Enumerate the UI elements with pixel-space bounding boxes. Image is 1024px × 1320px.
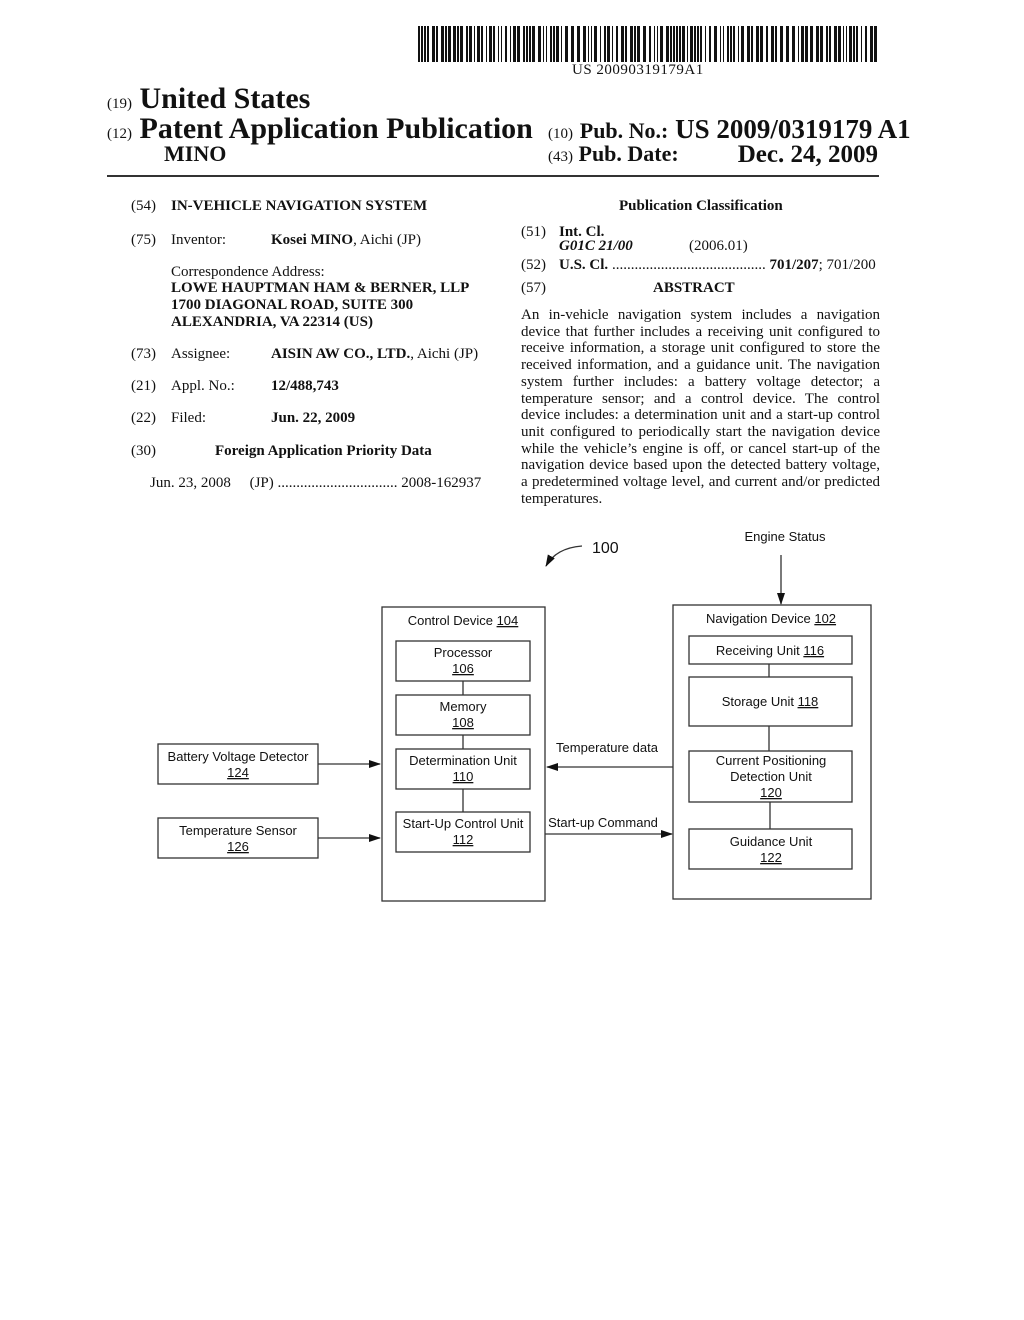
determination-label: Determination Unit — [409, 753, 517, 768]
battery-label: Battery Voltage Detector — [168, 749, 310, 764]
storage-unit-label: Storage Unit 118 — [722, 694, 819, 709]
startup-control-label: Start-Up Control Unit — [403, 816, 524, 831]
positioning-label-2: Detection Unit — [730, 769, 812, 784]
system-diagram: 100 Engine Status Temperature data Start… — [157, 529, 872, 902]
navigation-device-label: Navigation Device 102 — [706, 611, 836, 626]
memory-ref: 108 — [452, 715, 474, 730]
receiving-unit-label: Receiving Unit 116 — [716, 643, 824, 658]
figure-ref-arrow — [545, 545, 583, 567]
temperature-data-label: Temperature data — [556, 740, 659, 755]
temperature-sensor-ref: 126 — [227, 839, 249, 854]
positioning-ref: 120 — [760, 785, 782, 800]
battery-ref: 124 — [227, 765, 249, 780]
engine-status-label: Engine Status — [745, 529, 826, 544]
startup-command-label: Start-up Command — [548, 815, 658, 830]
determination-ref: 110 — [453, 769, 474, 784]
positioning-label-1: Current Positioning — [716, 753, 827, 768]
temperature-sensor-label: Temperature Sensor — [179, 823, 297, 838]
control-device-label: Control Device 104 — [408, 613, 519, 628]
processor-label: Processor — [434, 645, 493, 660]
processor-ref: 106 — [452, 661, 474, 676]
figure-ref-label: 100 — [592, 540, 619, 557]
startup-control-ref: 112 — [453, 832, 474, 847]
guidance-ref: 122 — [760, 850, 782, 865]
guidance-label: Guidance Unit — [730, 834, 813, 849]
memory-label: Memory — [440, 699, 487, 714]
